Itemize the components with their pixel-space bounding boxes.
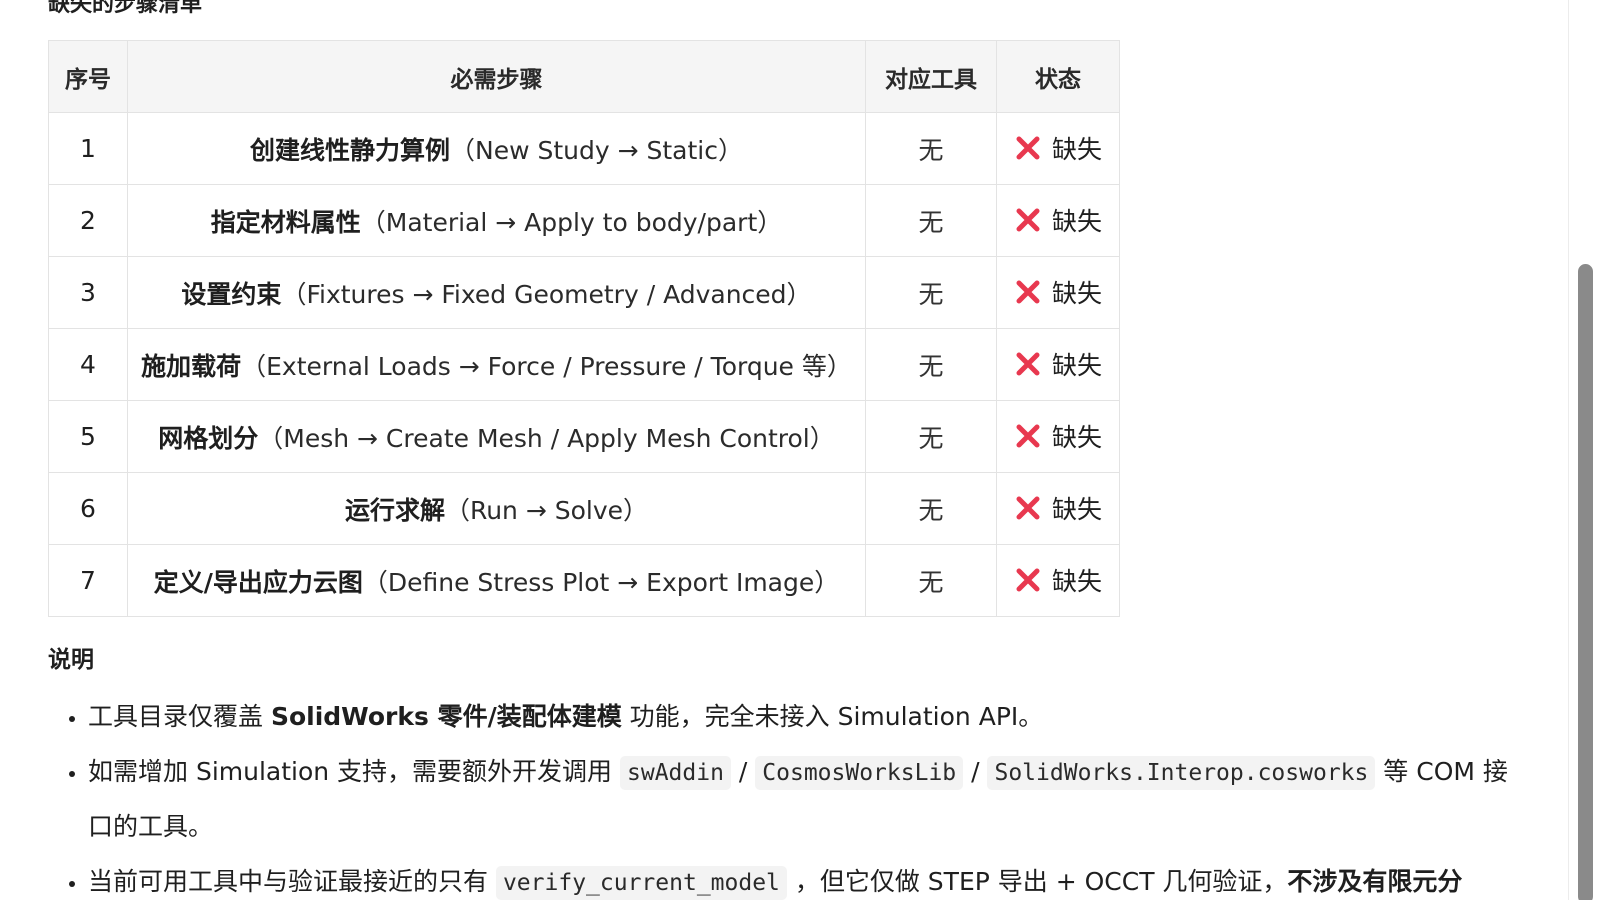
cross-mark-icon bbox=[1014, 206, 1042, 234]
status-cell: 缺失 bbox=[996, 400, 1120, 473]
notes-title: 说明 bbox=[48, 647, 94, 673]
status-cell: 缺失 bbox=[996, 544, 1120, 617]
status-cell: 缺失 bbox=[996, 256, 1120, 329]
tool-value: 无 bbox=[865, 112, 997, 185]
cross-mark-icon bbox=[1014, 494, 1042, 522]
section-heading: 缺失的步骤清单 bbox=[48, 0, 203, 17]
emphasis-text: 不涉及有限元分 bbox=[1287, 867, 1463, 896]
table-row: 4 施加载荷（External Loads → Force / Pressure… bbox=[48, 328, 1120, 401]
table-row: 3 设置约束（Fixtures → Fixed Geometry / Advan… bbox=[48, 256, 1120, 329]
status-cell: 缺失 bbox=[996, 184, 1120, 257]
step-menu-path: （Mesh → Create Mesh / Apply Mesh Control… bbox=[258, 423, 835, 453]
status-cell: 缺失 bbox=[996, 328, 1120, 401]
step-name: 运行求解 bbox=[344, 495, 445, 525]
list-item: 工具目录仅覆盖 SolidWorks 零件/装配体建模 功能，完全未接入 Sim… bbox=[88, 690, 1508, 743]
status-text: 缺失 bbox=[1051, 350, 1102, 380]
status-cell: 缺失 bbox=[996, 472, 1120, 545]
inline-code: verify_current_model bbox=[495, 866, 787, 900]
tool-value: 无 bbox=[865, 328, 997, 401]
tool-value: 无 bbox=[865, 544, 997, 617]
table-row: 7 定义/导出应力云图（Define Stress Plot → Export … bbox=[48, 544, 1120, 617]
status-text: 缺失 bbox=[1051, 206, 1102, 236]
step-menu-path: （Define Stress Plot → Export Image） bbox=[362, 567, 840, 597]
step-description: 施加载荷（External Loads → Force / Pressure /… bbox=[127, 328, 866, 401]
step-menu-path: （Fixtures → Fixed Geometry / Advanced） bbox=[281, 279, 812, 309]
table-header-row: 序号 必需步骤 对应工具 状态 bbox=[48, 40, 1120, 113]
step-name: 施加载荷 bbox=[141, 351, 242, 381]
step-name: 创建线性静力算例 bbox=[250, 135, 451, 165]
missing-steps-table: 序号 必需步骤 对应工具 状态 1 创建线性静力算例（New Study → S… bbox=[48, 40, 1120, 617]
step-number: 4 bbox=[48, 328, 128, 401]
step-name: 指定材料属性 bbox=[210, 207, 361, 237]
step-description: 设置约束（Fixtures → Fixed Geometry / Advance… bbox=[127, 256, 866, 329]
status-text: 缺失 bbox=[1051, 494, 1102, 524]
cross-mark-icon bbox=[1014, 422, 1042, 450]
step-description: 运行求解（Run → Solve） bbox=[127, 472, 866, 545]
inline-code: CosmosWorksLib bbox=[755, 756, 964, 790]
status-text: 缺失 bbox=[1051, 278, 1102, 308]
header-tool: 对应工具 bbox=[865, 40, 997, 113]
table-row: 2 指定材料属性（Material → Apply to body/part） … bbox=[48, 184, 1120, 257]
step-number: 2 bbox=[48, 184, 128, 257]
status-text: 缺失 bbox=[1051, 566, 1102, 596]
table-row: 1 创建线性静力算例（New Study → Static） 无 缺失 bbox=[48, 112, 1120, 185]
emphasis-text: SolidWorks 零件/装配体建模 bbox=[270, 702, 622, 731]
header-step: 必需步骤 bbox=[127, 40, 866, 113]
list-item: 当前可用工具中与验证最接近的只有 verify_current_model ，但… bbox=[88, 855, 1508, 900]
cross-mark-icon bbox=[1014, 134, 1042, 162]
step-menu-path: （Run → Solve） bbox=[444, 495, 649, 525]
step-description: 创建线性静力算例（New Study → Static） bbox=[127, 112, 866, 185]
status-text: 缺失 bbox=[1051, 134, 1102, 164]
inline-code: swAddin bbox=[620, 756, 731, 790]
step-description: 网格划分（Mesh → Create Mesh / Apply Mesh Con… bbox=[127, 400, 866, 473]
cross-mark-icon bbox=[1014, 278, 1042, 306]
step-number: 5 bbox=[48, 400, 128, 473]
header-status: 状态 bbox=[996, 40, 1120, 113]
step-description: 指定材料属性（Material → Apply to body/part） bbox=[127, 184, 866, 257]
step-number: 3 bbox=[48, 256, 128, 329]
inline-code: SolidWorks.Interop.cosworks bbox=[987, 756, 1376, 790]
step-number: 6 bbox=[48, 472, 128, 545]
table-row: 6 运行求解（Run → Solve） 无 缺失 bbox=[48, 472, 1120, 545]
cross-mark-icon bbox=[1014, 566, 1042, 594]
status-text: 缺失 bbox=[1051, 422, 1102, 452]
step-menu-path: （Material → Apply to body/part） bbox=[360, 207, 783, 237]
step-description: 定义/导出应力云图（Define Stress Plot → Export Im… bbox=[127, 544, 866, 617]
step-name: 设置约束 bbox=[181, 279, 282, 309]
tool-value: 无 bbox=[865, 184, 997, 257]
list-item: 如需增加 Simulation 支持，需要额外开发调用 swAddin / Co… bbox=[88, 745, 1508, 853]
step-name: 网格划分 bbox=[158, 423, 259, 453]
step-name: 定义/导出应力云图 bbox=[153, 567, 363, 597]
step-menu-path: （External Loads → Force / Pressure / Tor… bbox=[241, 351, 852, 381]
step-number: 7 bbox=[48, 544, 128, 617]
notes-list: 工具目录仅覆盖 SolidWorks 零件/装配体建模 功能，完全未接入 Sim… bbox=[48, 690, 1508, 900]
scrollbar-thumb[interactable] bbox=[1578, 264, 1593, 900]
tool-value: 无 bbox=[865, 472, 997, 545]
tool-value: 无 bbox=[865, 400, 997, 473]
step-menu-path: （New Study → Static） bbox=[450, 135, 743, 165]
tool-value: 无 bbox=[865, 256, 997, 329]
step-number: 1 bbox=[48, 112, 128, 185]
header-no: 序号 bbox=[48, 40, 128, 113]
cross-mark-icon bbox=[1014, 350, 1042, 378]
table-row: 5 网格划分（Mesh → Create Mesh / Apply Mesh C… bbox=[48, 400, 1120, 473]
status-cell: 缺失 bbox=[996, 112, 1120, 185]
